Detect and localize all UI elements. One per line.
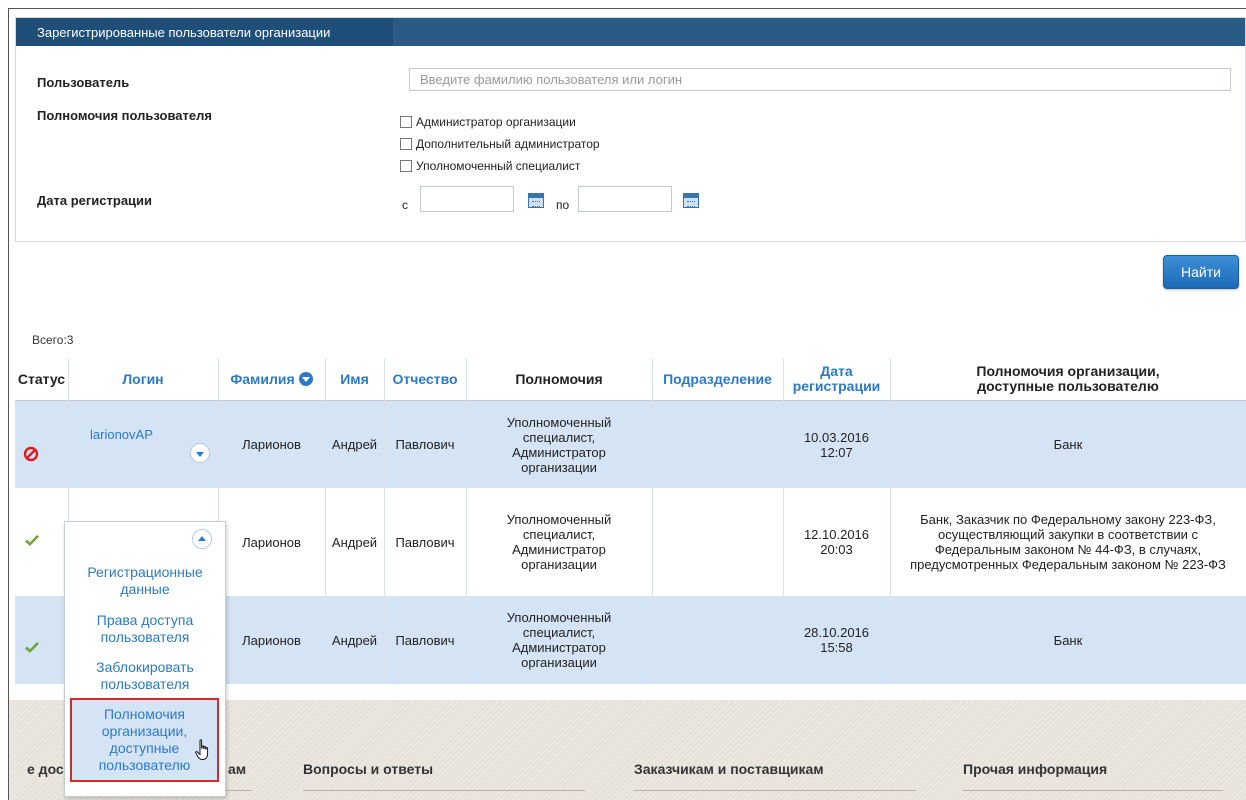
calendar-icon[interactable] <box>528 193 544 208</box>
calendar-icon[interactable] <box>683 193 699 208</box>
department-cell <box>652 488 783 596</box>
reg-date-cell: 12.10.2016 20:03 <box>803 527 870 557</box>
blocked-icon <box>23 446 39 462</box>
column-divider <box>890 358 891 684</box>
reg-date-cell: 10.03.2016 12:07 <box>803 429 870 460</box>
firstname-cell: Андрей <box>331 437 378 452</box>
footer-divider <box>963 790 1223 791</box>
checkbox[interactable] <box>400 116 412 128</box>
reg-date-label: Дата регистрации <box>37 193 153 208</box>
date-from-prefix: с <box>402 198 408 212</box>
footer-link-customers[interactable]: Заказчикам и поставщикам <box>634 761 824 777</box>
lastname-cell: Ларионов <box>242 437 301 452</box>
column-header-reg-date[interactable]: Дата регистрации <box>783 358 890 400</box>
date-to-input[interactable] <box>578 186 672 212</box>
chevron-down-icon[interactable] <box>190 443 210 463</box>
column-header-org-permissions: Полномочия организации, доступные пользо… <box>976 363 1160 394</box>
hand-cursor-icon <box>195 739 209 760</box>
menu-item-access-rights[interactable]: Права доступа пользователя <box>65 612 225 646</box>
column-header-firstname[interactable]: Имя <box>325 358 384 400</box>
footer-divider <box>634 790 916 791</box>
sort-desc-icon[interactable] <box>298 372 313 386</box>
user-label: Пользователь <box>37 75 130 90</box>
filter-panel: Зарегистрированные пользователи организа… <box>15 17 1246 242</box>
frame-border-left <box>8 8 9 800</box>
find-button[interactable]: Найти <box>1163 255 1239 289</box>
check-icon <box>25 642 39 653</box>
date-from-input[interactable] <box>420 186 514 212</box>
permissions-cell: Уполномоченный специалист, Администратор… <box>506 512 612 572</box>
panel-title: Зарегистрированные пользователи организа… <box>16 18 393 46</box>
permissions-cell: Уполномоченный специалист, Администратор… <box>506 414 612 475</box>
checkbox[interactable] <box>400 160 412 172</box>
patronymic-cell: Павлович <box>395 534 455 550</box>
footer-link-faq[interactable]: Вопросы и ответы <box>303 761 433 777</box>
patronymic-cell: Павлович <box>395 437 455 452</box>
checkbox[interactable] <box>400 138 412 150</box>
reg-date-cell: 28.10.2016 15:58 <box>803 625 870 655</box>
department-cell <box>652 596 783 684</box>
menu-item-block-user[interactable]: Заблокировать пользователя <box>65 659 225 693</box>
org-permissions-cell: Банк <box>1053 632 1083 648</box>
footer-divider <box>303 790 585 791</box>
chevron-up-icon[interactable] <box>192 529 212 549</box>
permission-option-admin[interactable]: Администратор организации <box>400 115 576 129</box>
permissions-cell: Уполномоченный специалист, Администратор… <box>506 610 612 670</box>
date-to-prefix: по <box>556 198 570 212</box>
check-icon <box>25 535 39 546</box>
column-header-department[interactable]: Подразделение <box>652 358 783 400</box>
lastname-cell: Ларионов <box>242 534 301 550</box>
org-permissions-cell: Банк, Заказчик по Федеральному закону 22… <box>910 512 1226 572</box>
column-header-patronymic[interactable]: Отчество <box>384 358 466 400</box>
column-header-lastname[interactable]: Фамилия <box>218 358 325 400</box>
menu-item-registration-data[interactable]: Регистрационные данные <box>65 564 225 598</box>
frame-border-top <box>8 8 1246 9</box>
patronymic-cell: Павлович <box>395 632 455 648</box>
firstname-cell: Андрей <box>331 534 378 550</box>
column-header-login[interactable]: Логин <box>68 358 218 400</box>
panel-header-strip <box>393 18 1245 46</box>
column-header-permissions: Полномочия <box>515 370 603 387</box>
footer-link-partial-2[interactable]: ам <box>228 761 246 777</box>
department-cell <box>652 401 783 488</box>
total-count: Всего:3 <box>32 333 74 347</box>
login-link[interactable]: larionovAP <box>90 427 153 442</box>
permissions-label: Полномочия пользователя <box>37 108 212 123</box>
lastname-cell: Ларионов <box>242 632 301 648</box>
permission-option-specialist[interactable]: Уполномоченный специалист <box>400 159 580 173</box>
org-permissions-cell: Банк <box>1053 437 1083 452</box>
user-search-input[interactable] <box>409 68 1231 91</box>
column-divider <box>466 358 467 684</box>
column-header-status: Статус <box>17 370 66 387</box>
footer-link-other-info[interactable]: Прочая информация <box>963 761 1107 777</box>
firstname-cell: Андрей <box>331 632 378 648</box>
permission-option-extra-admin[interactable]: Дополнительный администратор <box>400 137 600 151</box>
footer-divider <box>226 790 252 791</box>
column-divider <box>783 358 784 684</box>
